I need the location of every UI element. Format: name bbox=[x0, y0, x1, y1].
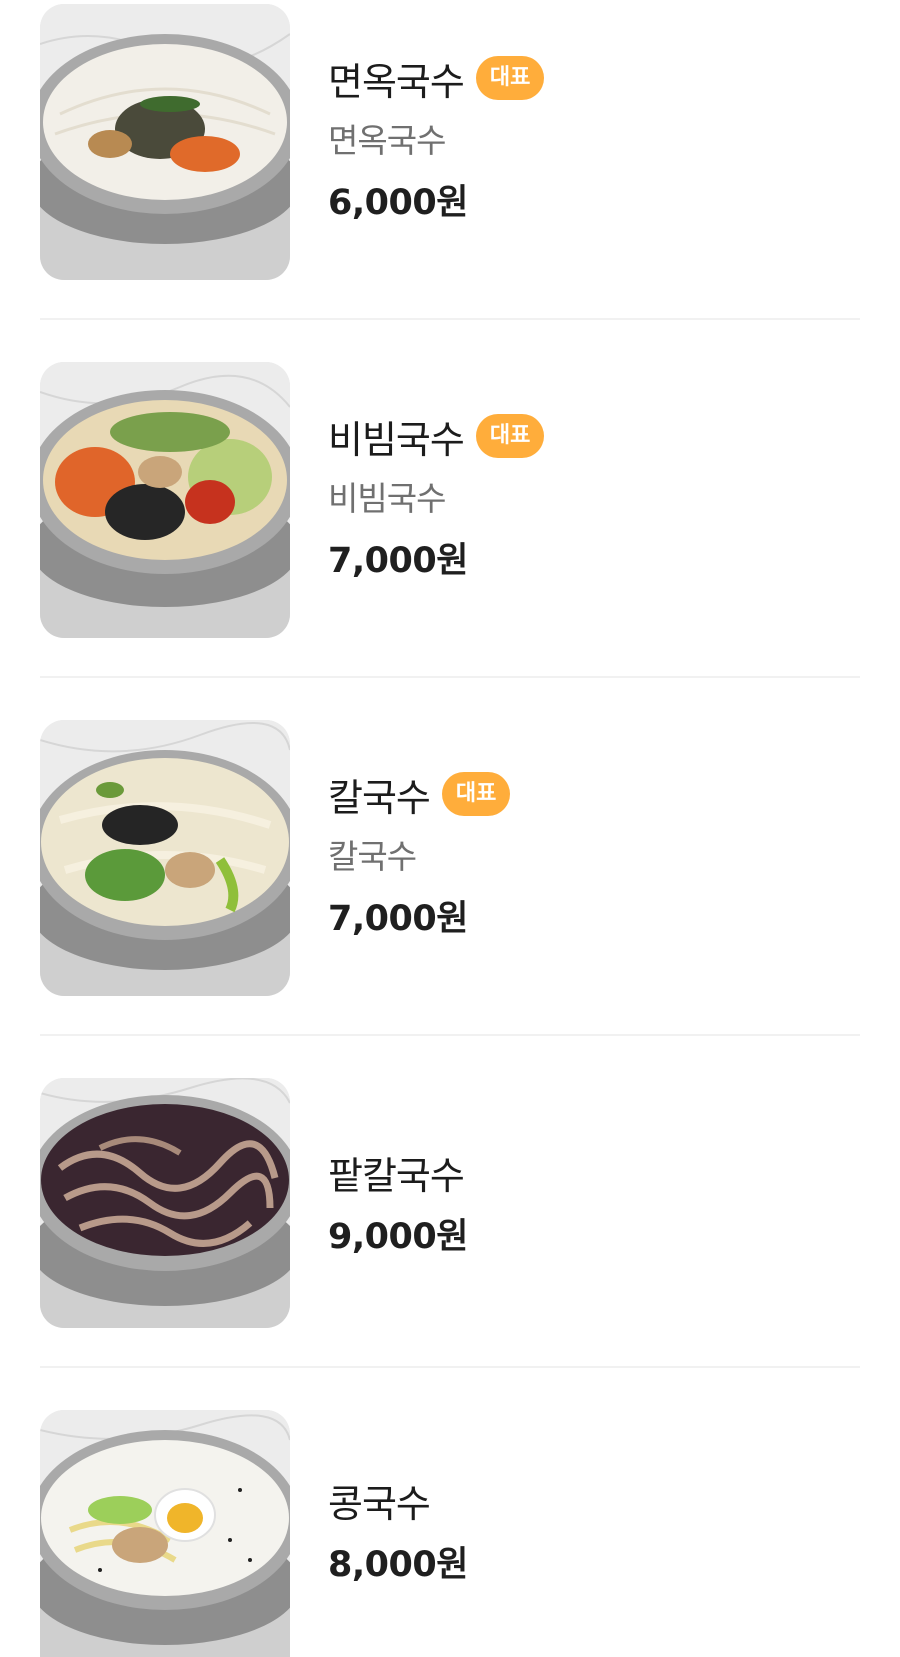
menu-item-price: 9,000원 bbox=[328, 1217, 468, 1257]
menu-item-info: 칼국수 대표 칼국수 7,000원 bbox=[328, 770, 511, 941]
menu-item-price: 7,000원 bbox=[328, 541, 468, 581]
menu-item-info: 팥칼국수 9,000원 bbox=[328, 1148, 468, 1259]
menu-item-image bbox=[40, 1078, 290, 1328]
menu-item-kalguksu[interactable]: 칼국수 대표 칼국수 7,000원 bbox=[40, 720, 860, 996]
divider bbox=[40, 318, 860, 320]
menu-item-name-row: 비빔국수 대표 bbox=[328, 412, 545, 462]
menu-item-description: 면옥국수 bbox=[328, 121, 446, 160]
menu-item-name: 칼국수 bbox=[328, 775, 431, 820]
signature-badge: 대표 bbox=[475, 414, 545, 458]
signature-badge: 대표 bbox=[475, 56, 545, 100]
menu-item-kong-guksu[interactable]: 콩국수 8,000원 bbox=[40, 1410, 860, 1657]
menu-item-image bbox=[40, 4, 290, 280]
menu-item-name: 비빔국수 bbox=[328, 417, 465, 462]
menu-item-info: 면옥국수 대표 면옥국수 6,000원 bbox=[328, 54, 545, 225]
menu-item-name-row: 칼국수 대표 bbox=[328, 770, 511, 820]
menu-item-name: 콩국수 bbox=[328, 1481, 431, 1526]
menu-item-bibim-guksu[interactable]: 비빔국수 대표 비빔국수 7,000원 bbox=[40, 362, 860, 638]
menu-item-info: 콩국수 8,000원 bbox=[328, 1476, 468, 1587]
signature-badge: 대표 bbox=[441, 772, 511, 816]
menu-item-myeonok-guksu[interactable]: 면옥국수 대표 면옥국수 6,000원 bbox=[40, 4, 860, 280]
menu-list: 면옥국수 대표 면옥국수 6,000원 비빔국수 대표 비빔국수 7,000원 … bbox=[0, 0, 900, 1657]
menu-item-name-row: 콩국수 bbox=[328, 1476, 468, 1526]
menu-item-price: 7,000원 bbox=[328, 899, 468, 939]
menu-item-description: 비빔국수 bbox=[328, 479, 446, 518]
menu-item-image bbox=[40, 720, 290, 996]
divider bbox=[40, 1366, 860, 1368]
menu-item-image bbox=[40, 362, 290, 638]
menu-item-name: 팥칼국수 bbox=[328, 1153, 465, 1198]
divider bbox=[40, 676, 860, 678]
menu-item-name-row: 면옥국수 대표 bbox=[328, 54, 545, 104]
menu-item-price: 6,000원 bbox=[328, 183, 468, 223]
menu-item-image bbox=[40, 1410, 290, 1657]
menu-item-info: 비빔국수 대표 비빔국수 7,000원 bbox=[328, 412, 545, 583]
menu-item-price: 8,000원 bbox=[328, 1545, 468, 1585]
menu-item-name: 면옥국수 bbox=[328, 59, 465, 104]
divider bbox=[40, 1034, 860, 1036]
menu-item-description: 칼국수 bbox=[328, 837, 417, 876]
menu-item-name-row: 팥칼국수 bbox=[328, 1148, 468, 1198]
menu-item-pat-kalguksu[interactable]: 팥칼국수 9,000원 bbox=[40, 1078, 860, 1328]
